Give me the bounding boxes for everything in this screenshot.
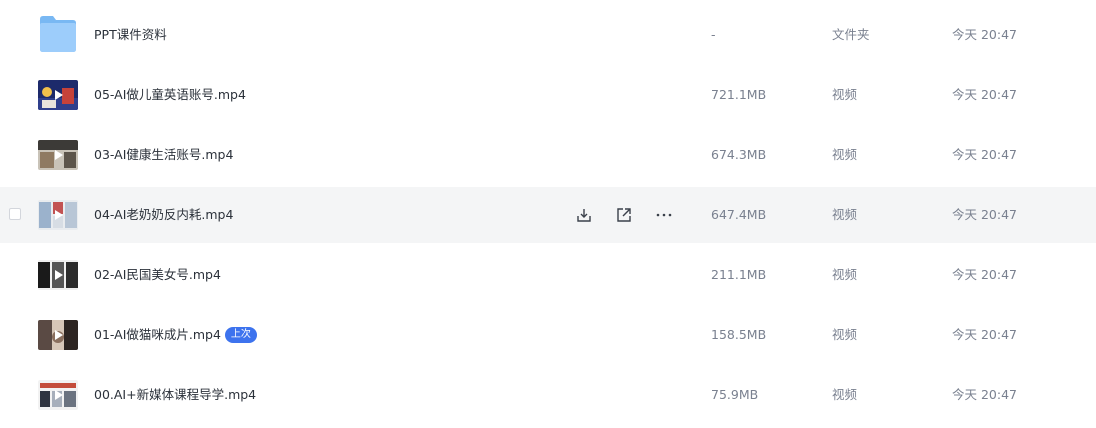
file-size: 647.4MB [711,207,767,222]
file-type: 视频 [832,267,858,282]
file-size: 721.1MB [711,87,767,102]
file-modified-time: 今天 20:47 [952,87,1017,102]
play-icon [55,330,63,340]
file-name[interactable]: 01-AI做猫咪成片.mp4 上次 [94,307,257,363]
file-size: - [711,27,716,42]
file-type: 视频 [832,387,858,402]
file-name[interactable]: 03-AI健康生活账号.mp4 [94,127,233,183]
folder-icon [39,13,77,53]
video-thumbnail [38,380,78,410]
last-viewed-badge: 上次 [224,327,257,343]
file-row-hovered[interactable]: 04-AI老奶奶反内耗.mp4 647.4MB 视频 今天 20:47 [0,187,1096,243]
download-icon[interactable] [574,205,594,225]
row-checkbox[interactable] [9,208,21,220]
video-thumbnail [38,200,78,230]
file-size: 158.5MB [711,327,767,342]
video-thumbnail [38,80,78,110]
file-row[interactable]: 02-AI民国美女号.mp4 211.1MB 视频 今天 20:47 [0,247,1096,303]
file-size: 211.1MB [711,267,767,282]
file-row[interactable]: PPT课件资料 - 文件夹 今天 20:47 [0,7,1096,63]
file-type: 视频 [832,207,858,222]
file-type: 文件夹 [832,27,870,42]
video-thumbnail [38,140,78,170]
file-modified-time: 今天 20:47 [952,147,1017,162]
file-type: 视频 [832,327,858,342]
file-size: 75.9MB [711,387,759,402]
file-name[interactable]: 05-AI做儿童英语账号.mp4 [94,67,246,123]
share-icon[interactable] [614,205,634,225]
file-type: 视频 [832,87,858,102]
file-modified-time: 今天 20:47 [952,387,1017,402]
play-icon [55,210,63,220]
video-thumbnail [38,320,78,350]
file-row[interactable]: 05-AI做儿童英语账号.mp4 721.1MB 视频 今天 20:47 [0,67,1096,123]
file-modified-time: 今天 20:47 [952,27,1017,42]
row-actions [574,187,674,243]
file-name[interactable]: 00.AI+新媒体课程导学.mp4 [94,367,256,423]
play-icon [55,90,63,100]
file-modified-time: 今天 20:47 [952,207,1017,222]
play-icon [55,150,63,160]
file-name[interactable]: 04-AI老奶奶反内耗.mp4 [94,187,233,243]
more-icon[interactable] [654,205,674,225]
file-size: 674.3MB [711,147,767,162]
file-row[interactable]: 01-AI做猫咪成片.mp4 上次 158.5MB 视频 今天 20:47 [0,307,1096,363]
file-row[interactable]: 03-AI健康生活账号.mp4 674.3MB 视频 今天 20:47 [0,127,1096,183]
play-icon [55,390,63,400]
file-type: 视频 [832,147,858,162]
file-name[interactable]: 02-AI民国美女号.mp4 [94,247,221,303]
file-modified-time: 今天 20:47 [952,267,1017,282]
file-modified-time: 今天 20:47 [952,327,1017,342]
file-row[interactable]: 00.AI+新媒体课程导学.mp4 75.9MB 视频 今天 20:47 [0,367,1096,423]
file-list: PPT课件资料 - 文件夹 今天 20:47 05-AI做儿童英语账号.mp4 … [0,0,1096,428]
file-name[interactable]: PPT课件资料 [94,7,167,63]
play-icon [55,270,63,280]
video-thumbnail [38,260,78,290]
